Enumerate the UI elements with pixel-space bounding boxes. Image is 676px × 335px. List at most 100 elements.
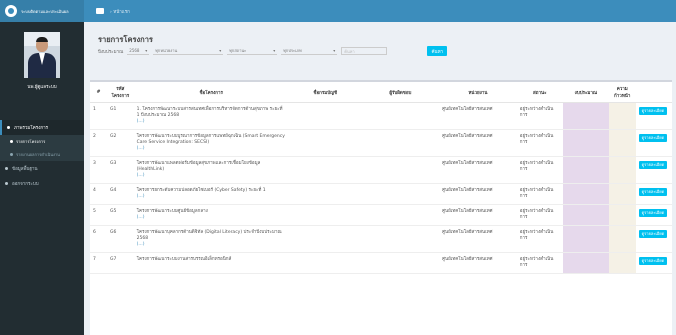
cell-progress [608, 252, 636, 274]
more-link[interactable]: (...) [137, 242, 286, 248]
chevron-down-icon: ▾ [145, 48, 148, 53]
brand[interactable]: ระบบติดตามและประเมินผล [0, 0, 84, 22]
cell-no: 6 [90, 225, 107, 253]
cell-code: G7 [106, 252, 134, 274]
cell-unit: ศูนย์เทคโนโลยีสารสนเทศ [439, 204, 517, 226]
cell-owner [361, 102, 440, 130]
sidebar-item-logout[interactable]: ออกจากระบบ [0, 176, 84, 191]
cell-owner [361, 156, 440, 184]
filter-label: ปีงบประมาณ [98, 49, 124, 55]
sidebar-subitem-report[interactable]: รายงานผลการดำเนินงาน [0, 148, 84, 161]
chevron-down-icon: ▾ [273, 48, 276, 53]
more-link[interactable]: (...) [137, 215, 286, 221]
sidebar-item-label: ภาพรวมโครงการ [14, 126, 49, 131]
sidebar-nav: ภาพรวมโครงการ รายการโครงการ รายงานผลการด… [0, 120, 84, 191]
cell-code: G6 [106, 225, 134, 253]
search-input[interactable]: ค้นหา [341, 47, 388, 55]
sidebar-item-project-overview[interactable]: ภาพรวมโครงการ [0, 120, 84, 135]
table-header-row: # รหัส โครงการ ชื่อโครงการ ชื่อกรมบัญชี … [90, 82, 672, 103]
sidebar-item-master-data[interactable]: ข้อมูลพื้นฐาน [0, 161, 84, 176]
brand-title: ระบบติดตามและประเมินผล [21, 8, 69, 14]
chevron-down-icon: ▾ [219, 48, 222, 53]
circle-icon [5, 182, 8, 185]
cell-progress [608, 102, 636, 130]
cell-no: 4 [90, 183, 107, 205]
cell-title: 1. โครงการพัฒนาระบบสารสนเทศเพื่อการบริหา… [133, 102, 289, 130]
cell-code: G4 [106, 183, 134, 205]
more-link[interactable]: (...) [137, 146, 286, 152]
sidebar-item-label: ออกจากระบบ [12, 182, 39, 187]
user-panel: นพ.ผู้ดูแลระบบ [0, 22, 84, 100]
cell-no: 7 [90, 252, 107, 274]
detail-button[interactable]: ดูรายละเอียด [638, 161, 668, 169]
status-select[interactable]: ทุกสถานะ ▾ [227, 47, 278, 55]
project-title: โครงการพัฒนาบุคลากรด้านดิจิทัล (Digital … [136, 230, 282, 241]
menu-toggle-icon[interactable] [96, 8, 104, 14]
sidebar-item-label: ข้อมูลพื้นฐาน [12, 167, 38, 172]
col-header-action [635, 82, 672, 103]
sidebar-item-label: รายงานผลการดำเนินงาน [16, 152, 60, 157]
cell-account [288, 204, 362, 226]
search-button[interactable]: ค้นหา [427, 46, 448, 56]
table-body: 1 G1 1. โครงการพัฒนาระบบสารสนเทศเพื่อการบร… [90, 102, 672, 274]
cell-title: โครงการพัฒนาระบบบูรณาการข้อมูลการแพทย์ฉุ… [133, 129, 289, 157]
col-header-owner[interactable]: ผู้รับผิดชอบ [361, 82, 440, 103]
cell-account [288, 129, 362, 157]
cell-progress [608, 129, 636, 157]
detail-button[interactable]: ดูรายละเอียด [638, 257, 668, 265]
project-table-box: ปีงบประมาณ 2568 ▾ ทุกหน่วยงาน ▾ ทุกสถานะ ▾ … [90, 46, 672, 335]
user-name: นพ.ผู้ดูแลระบบ [27, 85, 57, 90]
col-header-account[interactable]: ชื่อกรมบัญชี [288, 82, 362, 103]
more-link[interactable]: (...) [137, 194, 286, 200]
detail-button[interactable]: ดูรายละเอียด [638, 134, 668, 142]
project-title: โครงการพัฒนาระบบบูรณาการข้อมูลการแพทย์ฉุ… [136, 134, 285, 145]
project-title: โครงการพัฒนาแพลตฟอร์มข้อมูลสุขภาพและการเ… [136, 161, 261, 172]
topbar: › หน้าแรก [84, 0, 676, 22]
app-root: ระบบติดตามและประเมินผล นพ.ผู้ดูแลระบบ ภา… [0, 0, 676, 335]
col-header-budget[interactable]: งบประมาณ [562, 82, 609, 103]
breadcrumb[interactable]: › หน้าแรก [110, 8, 130, 15]
detail-button[interactable]: ดูรายละเอียด [638, 107, 668, 115]
more-link[interactable]: (...) [137, 119, 286, 125]
main-content: รายการโครงการ ปีงบประมาณ 2568 ▾ ทุกหน่วยง… [84, 22, 676, 335]
col-header-no[interactable]: # [90, 82, 107, 103]
unit-select[interactable]: ทุกหน่วยงาน ▾ [153, 47, 224, 55]
cell-title: โครงการพัฒนาระบบงานสารบรรณอิเล็กทรอนิกส์ [133, 252, 289, 274]
cell-action: ดูรายละเอียด [635, 183, 672, 205]
detail-button[interactable]: ดูรายละเอียด [638, 188, 668, 196]
cell-status: อยู่ระหว่างดำเนินการ [516, 204, 563, 226]
col-header-code[interactable]: รหัส โครงการ [106, 82, 134, 103]
col-header-progress[interactable]: ความ ก้าวหน้า [608, 82, 636, 103]
cell-unit: ศูนย์เทคโนโลยีสารสนเทศ [439, 225, 517, 253]
cell-title: โครงการพัฒนาระบบศูนย์ข้อมูลกลาง (...) [133, 204, 289, 226]
sidebar: ระบบติดตามและประเมินผล นพ.ผู้ดูแลระบบ ภา… [0, 0, 84, 335]
cell-budget [562, 204, 609, 226]
cell-budget [562, 156, 609, 184]
cell-budget [562, 102, 609, 130]
cell-progress [608, 156, 636, 184]
avatar [24, 32, 60, 78]
cell-account [288, 225, 362, 253]
col-header-unit[interactable]: หน่วยงาน [439, 82, 517, 103]
more-link[interactable]: (...) [137, 173, 286, 179]
cell-status: อยู่ระหว่างดำเนินการ [516, 156, 563, 184]
project-title: โครงการพัฒนาระบบศูนย์ข้อมูลกลาง [136, 209, 208, 214]
logo-icon [5, 5, 17, 17]
col-header-status[interactable]: สถานะ [516, 82, 563, 103]
cell-title: โครงการพัฒนาบุคลากรด้านดิจิทัล (Digital … [133, 225, 289, 253]
sidebar-subitem-project-list[interactable]: รายการโครงการ [0, 135, 84, 148]
cell-unit: ศูนย์เทคโนโลยีสารสนเทศ [439, 156, 517, 184]
circle-icon [10, 140, 13, 143]
cell-budget [562, 183, 609, 205]
type-select[interactable]: ทุกประเภท ▾ [281, 47, 338, 55]
year-select[interactable]: 2568 ▾ [127, 47, 150, 55]
cell-account [288, 252, 362, 274]
table-row: 1 G1 1. โครงการพัฒนาระบบสารสนเทศเพื่อการบร… [90, 102, 672, 130]
cell-owner [361, 183, 440, 205]
project-title: โครงการพัฒนาระบบงานสารบรรณอิเล็กทรอนิกส์ [136, 257, 232, 262]
cell-no: 2 [90, 129, 107, 157]
detail-button[interactable]: ดูรายละเอียด [638, 209, 668, 217]
detail-button[interactable]: ดูรายละเอียด [638, 230, 668, 238]
col-header-title[interactable]: ชื่อโครงการ [133, 82, 289, 103]
cell-account [288, 183, 362, 205]
